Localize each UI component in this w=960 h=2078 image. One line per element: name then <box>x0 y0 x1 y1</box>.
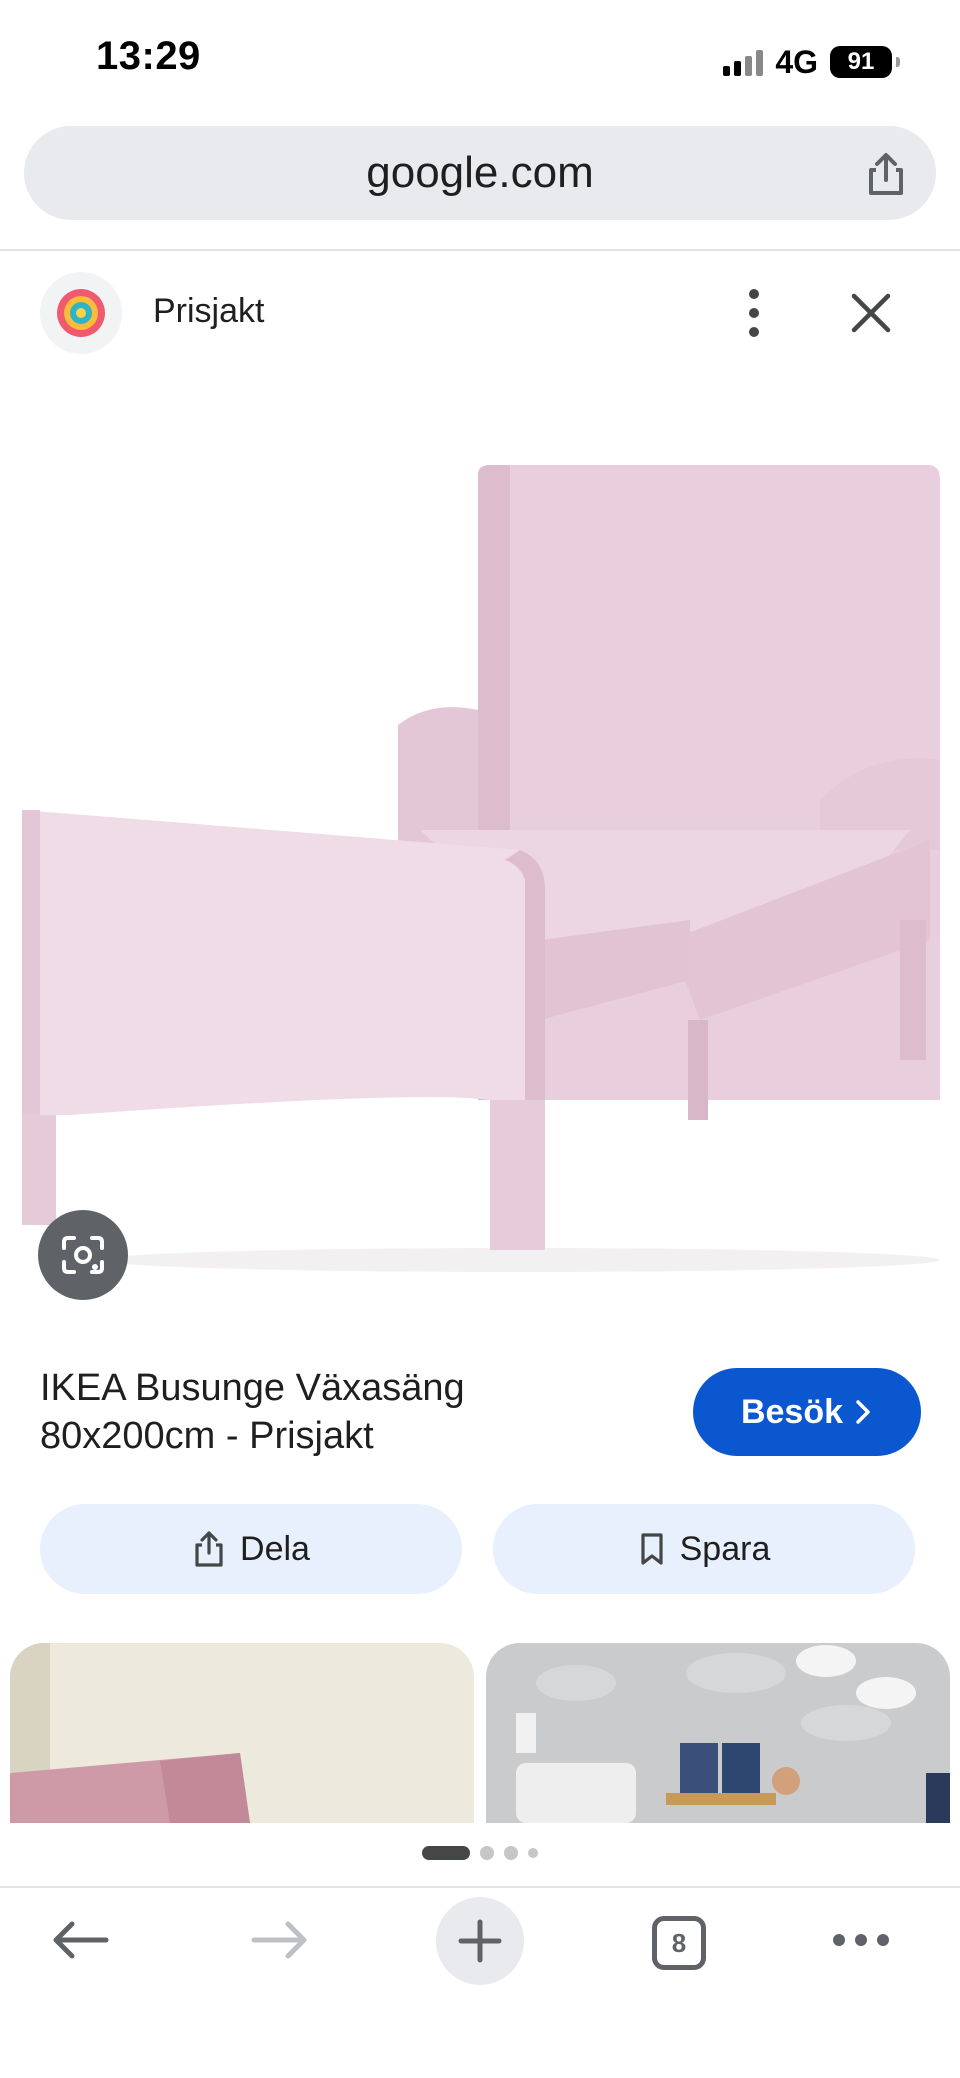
save-label: Spara <box>679 1529 771 1568</box>
share-icon[interactable] <box>862 150 910 198</box>
save-button[interactable]: Spara <box>493 1504 915 1594</box>
url-text: google.com <box>366 148 594 197</box>
plus-icon <box>458 1919 502 1963</box>
battery-level: 91 <box>847 48 875 75</box>
related-image-2[interactable] <box>486 1643 950 1823</box>
source-name[interactable]: Prisjakt <box>153 292 264 331</box>
forward-arrow-icon <box>251 1921 307 1959</box>
signal-icon <box>723 48 764 76</box>
status-indicators: 4G 91 <box>723 42 900 82</box>
product-title-line1: IKEA Busunge Växasäng <box>40 1367 465 1409</box>
visit-label: Besök <box>740 1392 844 1431</box>
prisjakt-logo-icon <box>57 289 105 337</box>
header-divider <box>0 249 960 251</box>
forward-button[interactable] <box>240 1900 320 1980</box>
product-title-line2: 80x200cm - Prisjakt <box>40 1415 374 1457</box>
lens-icon <box>62 1236 104 1274</box>
carousel-dot <box>528 1848 538 1858</box>
chevron-right-icon <box>856 1400 870 1424</box>
menu-button[interactable] <box>826 1900 896 1980</box>
share-label: Dela <box>240 1529 310 1568</box>
toolbar-divider <box>0 1886 960 1888</box>
carousel-dot-active <box>422 1846 470 1860</box>
product-title: IKEA Busunge Växasäng 80x200cm - Prisjak… <box>40 1364 660 1460</box>
bookmark-icon <box>641 1533 663 1565</box>
more-vert-icon[interactable] <box>740 286 768 340</box>
close-icon[interactable] <box>848 290 894 336</box>
battery-icon: 91 <box>830 46 900 78</box>
back-button[interactable] <box>40 1900 120 1980</box>
carousel-indicator <box>0 1846 960 1860</box>
tab-count: 8 <box>671 1927 687 1958</box>
tab-switcher-button[interactable]: 8 <box>652 1916 706 1970</box>
source-logo[interactable] <box>40 272 122 354</box>
carousel-dot <box>504 1846 518 1860</box>
new-tab-button[interactable] <box>436 1897 524 1985</box>
network-label: 4G <box>775 43 818 80</box>
share-icon <box>195 1531 223 1567</box>
visit-button[interactable]: Besök <box>693 1368 921 1456</box>
carousel-dot <box>480 1846 494 1860</box>
related-image-1[interactable] <box>10 1643 474 1823</box>
lens-button[interactable] <box>38 1210 128 1300</box>
back-arrow-icon <box>53 1921 109 1959</box>
status-time: 13:29 <box>96 34 201 78</box>
share-button[interactable]: Dela <box>40 1504 462 1594</box>
more-horiz-icon <box>833 1934 889 1946</box>
product-image[interactable] <box>0 380 960 1280</box>
address-bar[interactable]: google.com <box>24 126 936 220</box>
